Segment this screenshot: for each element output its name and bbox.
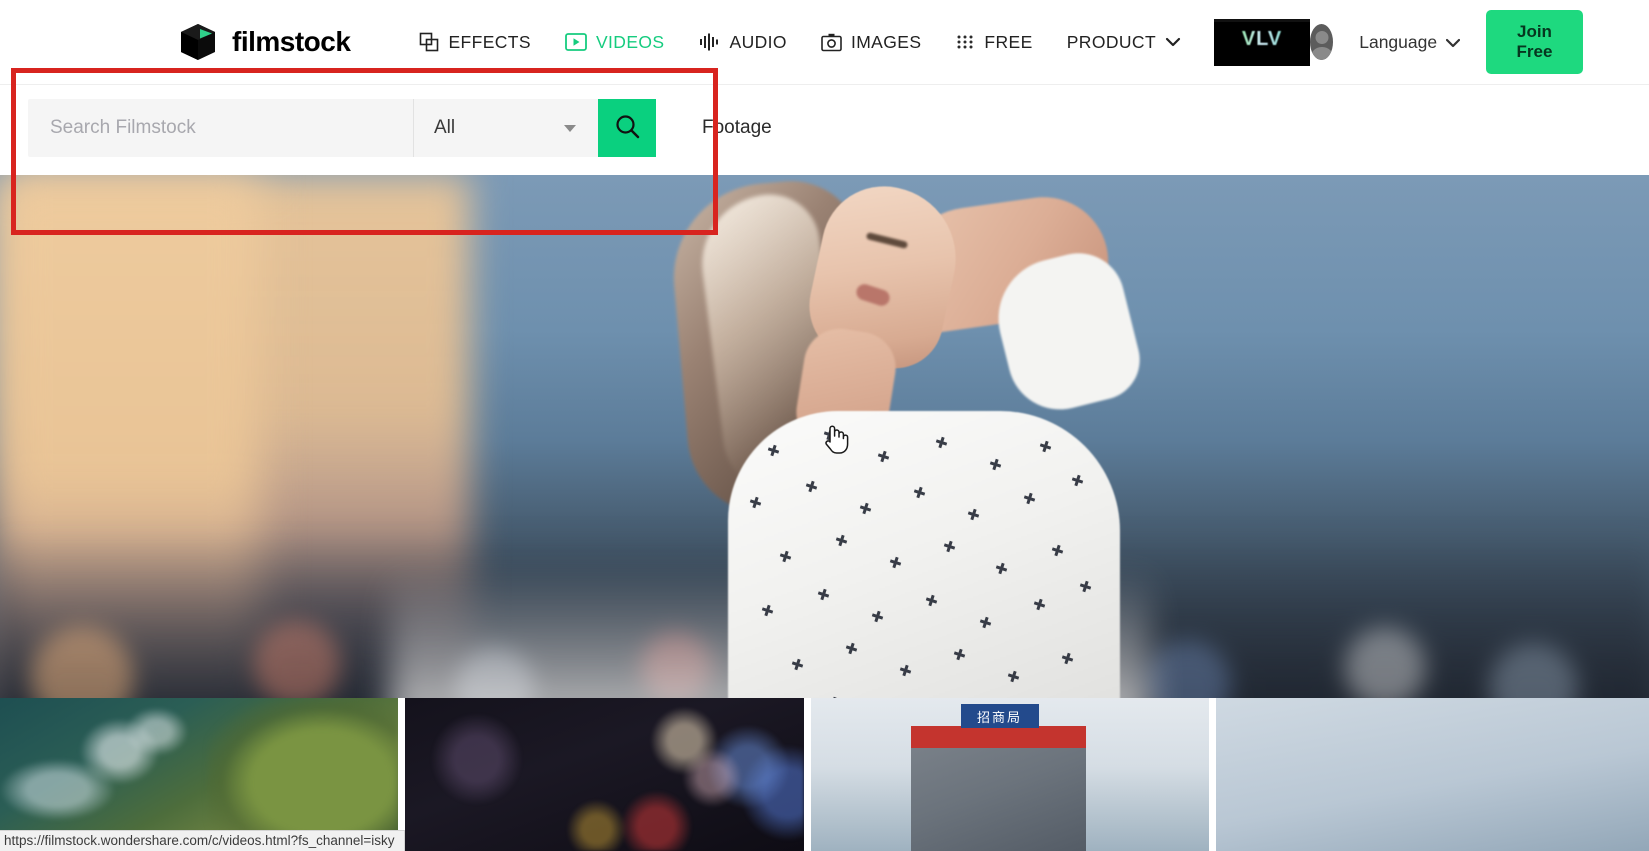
play-rect-icon <box>565 33 587 51</box>
brand-logo-link[interactable]: filmstock <box>176 20 351 64</box>
cross-motif <box>1032 597 1047 612</box>
cross-motif <box>1070 473 1085 488</box>
language-label: Language <box>1359 31 1438 52</box>
cross-motif <box>748 495 763 510</box>
search-strip: All Footage <box>0 85 1649 175</box>
search-input[interactable] <box>28 99 413 157</box>
cross-motif <box>924 593 939 608</box>
search-category-value: All <box>434 117 456 138</box>
brand-name: filmstock <box>232 26 351 57</box>
main-nav: EFFECTS VIDEOS AUDIO IMAGES FREE PRODUCT… <box>402 17 1311 67</box>
cross-motif <box>816 587 831 602</box>
cross-motif <box>934 435 949 450</box>
layers-icon <box>419 32 439 52</box>
cross-motif <box>858 501 873 516</box>
search-wrapper: All Footage <box>28 99 772 157</box>
user-avatar-icon[interactable] <box>1310 24 1334 60</box>
cross-motif <box>804 479 819 494</box>
nav-item-product[interactable]: PRODUCT <box>1050 17 1198 67</box>
nav-label-effects: EFFECTS <box>448 31 531 52</box>
language-selector[interactable]: Language <box>1359 31 1461 53</box>
promo-video-thumbnail[interactable]: VLV <box>1214 18 1311 66</box>
cross-motif <box>1050 543 1065 558</box>
browser-page: filmstock EFFECTS VIDEOS AUDIO IMAGES FR… <box>0 0 1649 851</box>
cross-motif <box>766 443 781 458</box>
cross-motif <box>1006 669 1021 684</box>
cross-motif <box>778 549 793 564</box>
join-free-button[interactable]: Join Free <box>1486 10 1583 74</box>
waveform-icon <box>699 32 721 52</box>
cross-motif <box>1022 491 1037 506</box>
thumbnail-aerial-marina-boats[interactable] <box>0 698 399 851</box>
nav-label-videos: VIDEOS <box>595 31 665 52</box>
cross-motif <box>966 507 981 522</box>
cross-motif <box>876 449 891 464</box>
building-sign-text: 招商局 <box>960 704 1039 728</box>
cross-motif <box>912 485 927 500</box>
thumbnail-coastal-city-haze[interactable] <box>1215 698 1649 851</box>
camera-icon <box>821 33 842 52</box>
thumbnail-harbor-skyscraper[interactable]: 招商局 <box>810 698 1209 851</box>
nav-item-audio[interactable]: AUDIO <box>682 17 804 67</box>
nav-item-effects[interactable]: EFFECTS <box>402 17 548 67</box>
search-quick-links: Footage <box>702 117 772 139</box>
blouse-cross-pattern <box>728 411 1120 728</box>
cross-motif <box>978 615 993 630</box>
nav-label-product: PRODUCT <box>1066 31 1157 52</box>
cross-motif <box>760 603 775 618</box>
nav-item-videos[interactable]: VIDEOS <box>548 17 682 67</box>
dots-grid-icon <box>955 32 975 52</box>
thumbnail-times-square-night[interactable] <box>405 698 804 851</box>
nav-label-images: IMAGES <box>850 31 922 52</box>
quick-link-footage[interactable]: Footage <box>702 117 772 139</box>
chevron-down-icon <box>1446 32 1461 53</box>
cross-motif <box>942 539 957 554</box>
cross-motif <box>888 555 903 570</box>
search-button[interactable] <box>598 99 656 157</box>
cross-motif <box>844 641 859 656</box>
cross-motif <box>952 647 967 662</box>
chevron-down-icon <box>1165 36 1181 48</box>
nav-label-free: FREE <box>984 31 1033 52</box>
cross-motif <box>994 561 1009 576</box>
header-right-area: Language Join Free <box>1310 10 1583 74</box>
search-box: All <box>28 99 656 157</box>
cross-motif <box>822 427 837 442</box>
nav-label-audio: AUDIO <box>729 31 787 52</box>
caret-down-icon <box>564 124 576 132</box>
search-category-dropdown[interactable]: All <box>413 99 598 157</box>
cube-logo-icon <box>176 20 220 64</box>
thumbnail-row: 招商局 <box>0 698 1649 851</box>
promo-thumbnail-text: VLV <box>1214 28 1310 51</box>
cross-motif <box>1060 651 1075 666</box>
cross-motif <box>834 533 849 548</box>
cross-motif <box>790 657 805 672</box>
nav-item-free[interactable]: FREE <box>938 17 1049 67</box>
cross-motif <box>988 457 1003 472</box>
magnifier-icon <box>614 113 641 143</box>
cross-motif <box>1078 579 1093 594</box>
cross-motif <box>898 663 913 678</box>
cross-motif <box>1038 439 1053 454</box>
site-header: filmstock EFFECTS VIDEOS AUDIO IMAGES FR… <box>0 0 1649 85</box>
cross-motif <box>870 609 885 624</box>
hero-banner[interactable] <box>0 175 1649 728</box>
hero-subject-woman <box>620 175 1180 728</box>
nav-item-images[interactable]: IMAGES <box>804 17 938 67</box>
status-bar-url: https://filmstock.wondershare.com/c/vide… <box>0 830 405 851</box>
